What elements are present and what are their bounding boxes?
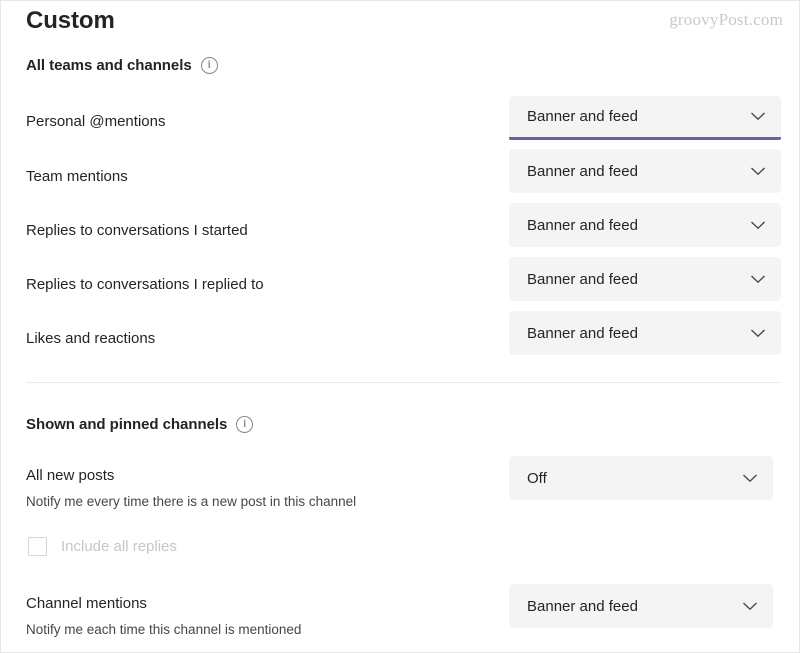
- setting-label: Channel mentions: [26, 595, 147, 612]
- chevron-down-icon: [751, 167, 765, 175]
- dropdown-replies-to-conversations-i-replied-to[interactable]: Banner and feed: [509, 257, 781, 301]
- section-title: Shown and pinned channels: [26, 416, 228, 433]
- info-circle-icon[interactable]: i: [236, 416, 254, 433]
- setting-label: All new posts: [26, 467, 115, 484]
- dropdown-likes-and-reactions[interactable]: Banner and feed: [509, 311, 781, 355]
- dropdown-value: Off: [527, 469, 547, 487]
- setting-label: Team mentions: [26, 168, 128, 185]
- custom-notification-settings-panel: groovyPost.com Custom All teams and chan…: [0, 0, 800, 653]
- dropdown-value: Banner and feed: [527, 216, 638, 234]
- info-circle-icon[interactable]: i: [200, 57, 218, 74]
- setting-label: Likes and reactions: [26, 330, 156, 347]
- checkbox-label: Include all replies: [61, 538, 177, 555]
- chevron-down-icon: [743, 602, 757, 610]
- dropdown-value: Banner and feed: [527, 597, 638, 615]
- dropdown-team-mentions[interactable]: Banner and feed: [509, 149, 781, 193]
- setting-label: Personal @mentions: [26, 113, 166, 130]
- chevron-down-icon: [743, 474, 757, 482]
- dropdown-replies-to-conversations-i-started[interactable]: Banner and feed: [509, 203, 781, 247]
- setting-sublabel: Notify me every time there is a new post…: [26, 494, 357, 509]
- section-title: All teams and channels: [26, 57, 192, 74]
- include-all-replies-checkbox-row[interactable]: Include all replies: [28, 537, 177, 556]
- page-title: Custom: [26, 7, 115, 34]
- chevron-down-icon: [751, 112, 765, 121]
- setting-sublabel: Notify me each time this channel is ment…: [26, 622, 302, 637]
- section-header-shown-and-pinned-channels: Shown and pinned channels i: [26, 416, 254, 433]
- dropdown-channel-mentions[interactable]: Banner and feed: [509, 584, 773, 628]
- site-watermark: groovyPost.com: [669, 10, 783, 29]
- dropdown-value: Banner and feed: [527, 162, 638, 180]
- dropdown-personal-mentions[interactable]: Banner and feed: [509, 96, 781, 140]
- dropdown-value: Banner and feed: [527, 108, 638, 125]
- setting-label: Replies to conversations I replied to: [26, 276, 264, 293]
- checkbox-input[interactable]: [28, 537, 47, 556]
- dropdown-all-new-posts[interactable]: Off: [509, 456, 773, 500]
- dropdown-value: Banner and feed: [527, 270, 638, 288]
- section-header-all-teams-and-channels: All teams and channels i: [26, 57, 218, 74]
- dropdown-value: Banner and feed: [527, 324, 638, 342]
- chevron-down-icon: [751, 275, 765, 283]
- chevron-down-icon: [751, 329, 765, 337]
- setting-label: Replies to conversations I started: [26, 222, 248, 239]
- chevron-down-icon: [751, 221, 765, 229]
- section-divider: [26, 382, 781, 383]
